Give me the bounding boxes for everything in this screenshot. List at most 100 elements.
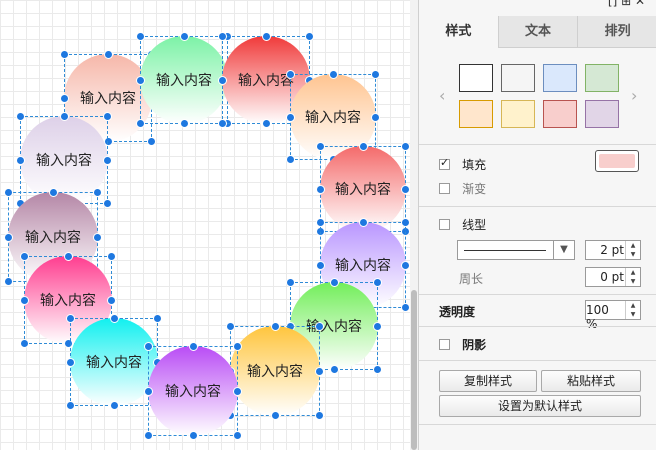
resize-handle[interactable]: [4, 277, 13, 286]
opacity-stepper[interactable]: 100 % ▲ ▼: [585, 300, 641, 331]
resize-handle[interactable]: [373, 365, 382, 374]
resize-handle[interactable]: [286, 155, 295, 164]
resize-handle[interactable]: [218, 119, 227, 128]
tab-text[interactable]: 文本: [497, 16, 578, 48]
perimeter-value: 0 pt: [600, 270, 624, 284]
resize-handle[interactable]: [218, 32, 227, 41]
resize-handle[interactable]: [144, 342, 153, 351]
resize-handle[interactable]: [60, 50, 69, 59]
resize-handle[interactable]: [401, 303, 410, 312]
resize-handle[interactable]: [305, 32, 314, 41]
diagram-canvas[interactable]: 输入内容 输入内容 输入内容 输入内容 输入内容 输入内容 输入内容 输入内容 输入内容 输入内容…: [0, 0, 410, 450]
shape-label: 输入内容: [156, 73, 212, 89]
resize-handle[interactable]: [93, 188, 102, 197]
resize-handle[interactable]: [286, 278, 295, 287]
resize-handle[interactable]: [262, 32, 271, 41]
fill-color-button[interactable]: [595, 150, 639, 172]
style-swatch-purple[interactable]: [585, 100, 619, 128]
circle-shape[interactable]: 输入内容: [136, 32, 232, 128]
paste-style-button[interactable]: 粘贴样式: [541, 370, 641, 392]
resize-handle[interactable]: [286, 70, 295, 79]
resize-handle[interactable]: [329, 70, 338, 79]
resize-handle[interactable]: [110, 401, 119, 410]
style-swatch-white[interactable]: [459, 64, 493, 92]
perimeter-label: 周长: [459, 272, 484, 286]
resize-handle[interactable]: [359, 218, 368, 227]
resize-handle[interactable]: [271, 411, 280, 420]
resize-handle[interactable]: [262, 119, 271, 128]
scrollbar-thumb[interactable]: [411, 290, 417, 450]
resize-handle[interactable]: [233, 431, 242, 440]
resize-handle[interactable]: [315, 322, 324, 331]
resize-handle[interactable]: [180, 32, 189, 41]
set-default-style-button[interactable]: 设置为默认样式: [439, 395, 641, 417]
tab-arrange[interactable]: 排列: [577, 16, 656, 48]
stepper-arrows-icon[interactable]: ▲ ▼: [625, 268, 640, 286]
line-checkbox[interactable]: [439, 219, 450, 230]
resize-handle[interactable]: [401, 142, 410, 151]
resize-handle[interactable]: [330, 278, 339, 287]
resize-handle[interactable]: [20, 252, 29, 261]
divider: [419, 360, 656, 361]
stepper-arrows-icon[interactable]: ▲ ▼: [625, 241, 640, 259]
resize-handle[interactable]: [4, 188, 13, 197]
resize-handle[interactable]: [136, 119, 145, 128]
resize-handle[interactable]: [104, 50, 113, 59]
line-pattern-select[interactable]: ▼: [457, 240, 575, 260]
resize-handle[interactable]: [107, 252, 116, 261]
canvas-vertical-scrollbar[interactable]: [410, 0, 418, 450]
resize-handle[interactable]: [16, 112, 25, 121]
style-swatch-yellow[interactable]: [501, 100, 535, 128]
resize-handle[interactable]: [316, 142, 325, 151]
copy-style-button[interactable]: 复制样式: [439, 370, 537, 392]
resize-handle[interactable]: [189, 431, 198, 440]
gradient-checkbox[interactable]: [439, 183, 450, 194]
resize-handle[interactable]: [330, 365, 339, 374]
divider: [419, 326, 656, 327]
resize-handle[interactable]: [180, 119, 189, 128]
resize-handle[interactable]: [136, 32, 145, 41]
resize-handle[interactable]: [315, 411, 324, 420]
style-swatch-green[interactable]: [585, 64, 619, 92]
resize-handle[interactable]: [60, 112, 69, 121]
resize-handle[interactable]: [66, 314, 75, 323]
collapse-panel-icon[interactable]: [] ⊞ ✕: [608, 0, 645, 8]
shadow-checkbox[interactable]: [439, 339, 450, 350]
resize-handle[interactable]: [371, 70, 380, 79]
chevron-left-icon[interactable]: ‹: [439, 86, 445, 105]
shape-label: 输入内容: [335, 258, 391, 274]
resize-handle[interactable]: [189, 342, 198, 351]
style-swatch-orange[interactable]: [459, 100, 493, 128]
resize-handle[interactable]: [271, 322, 280, 331]
style-swatch-blue[interactable]: [543, 64, 577, 92]
resize-handle[interactable]: [147, 137, 156, 146]
fill-checkbox[interactable]: [439, 156, 450, 170]
resize-handle[interactable]: [226, 322, 235, 331]
shape-label: 输入内容: [86, 355, 142, 371]
resize-handle[interactable]: [233, 342, 242, 351]
resize-handle[interactable]: [49, 188, 58, 197]
resize-handle[interactable]: [153, 314, 162, 323]
circle-shape[interactable]: 输入内容: [144, 342, 242, 440]
resize-handle[interactable]: [20, 339, 29, 348]
style-swatch-gray[interactable]: [501, 64, 535, 92]
opacity-label: 透明度: [439, 305, 476, 319]
resize-handle[interactable]: [64, 252, 73, 261]
stepper-arrows-icon[interactable]: ▲ ▼: [625, 301, 640, 319]
resize-handle[interactable]: [66, 401, 75, 410]
line-width-stepper[interactable]: 2 pt ▲ ▼: [585, 240, 641, 260]
circle-shape[interactable]: 输入内容: [226, 322, 324, 420]
tab-style[interactable]: 样式: [419, 16, 498, 48]
resize-handle[interactable]: [103, 112, 112, 121]
resize-handle[interactable]: [401, 218, 410, 227]
resize-handle[interactable]: [359, 142, 368, 151]
resize-handle[interactable]: [144, 431, 153, 440]
resize-handle[interactable]: [110, 314, 119, 323]
style-swatch-red[interactable]: [543, 100, 577, 128]
chevron-down-icon[interactable]: ▼: [553, 241, 574, 259]
resize-handle[interactable]: [316, 218, 325, 227]
resize-handle[interactable]: [103, 199, 112, 208]
perimeter-stepper[interactable]: 0 pt ▲ ▼: [585, 267, 641, 287]
resize-handle[interactable]: [373, 278, 382, 287]
chevron-right-icon[interactable]: ›: [631, 86, 637, 105]
